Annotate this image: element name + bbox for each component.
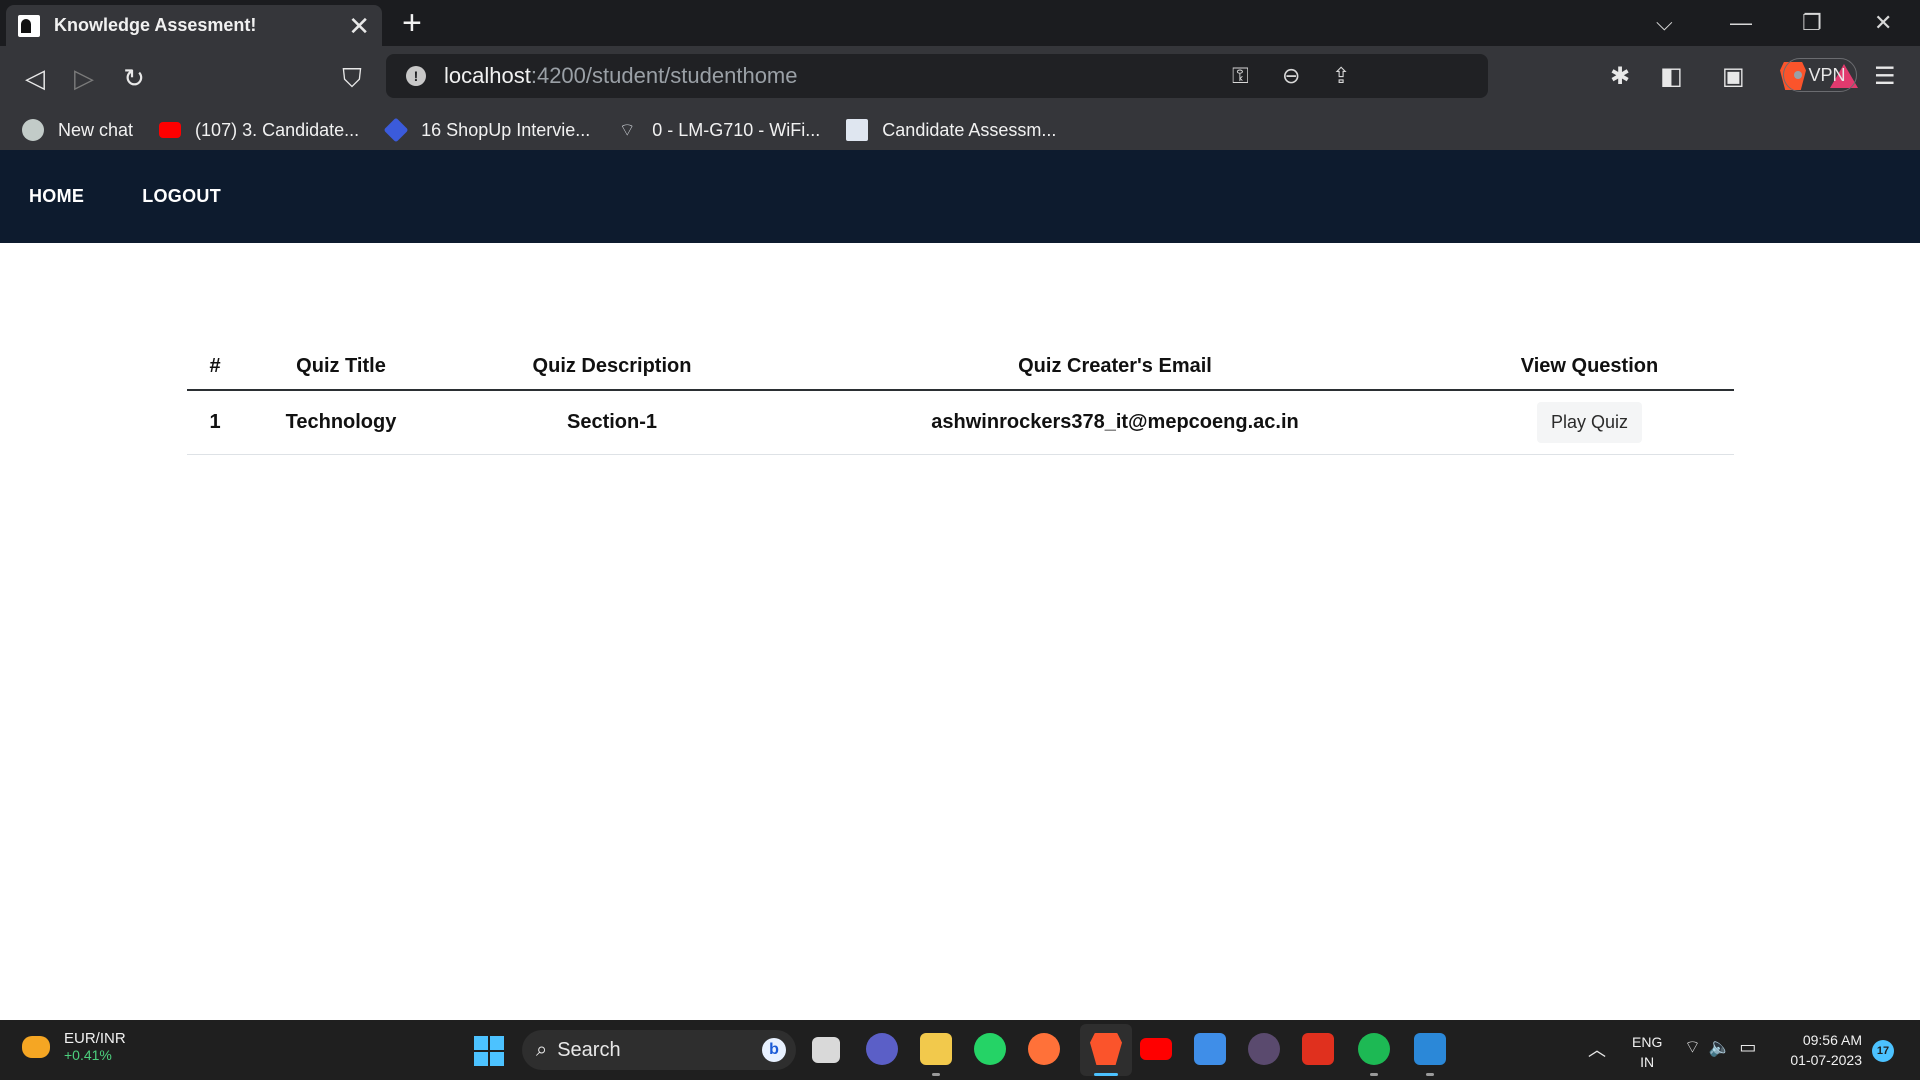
bookmark-youtube-candidate[interactable]: (107) 3. Candidate... xyxy=(159,120,359,141)
chatgpt-icon xyxy=(22,119,44,141)
wifi-icon: ⌔ xyxy=(618,120,636,140)
wps-office-icon[interactable] xyxy=(1302,1033,1334,1065)
site-favicon-icon xyxy=(18,14,40,37)
youtube-icon xyxy=(159,122,182,138)
app-navbar: HOME LOGOUT xyxy=(0,150,1920,243)
currency-pair: EUR/INR xyxy=(64,1030,126,1047)
wifi-status-icon: ⌔ xyxy=(1684,1037,1709,1057)
tray-chevron-up-icon[interactable]: ︿ xyxy=(1588,1036,1606,1062)
bookmark-candidate-assessment[interactable]: Candidate Assessm... xyxy=(846,119,1056,141)
clock-time: 09:56 AM xyxy=(1802,1032,1862,1048)
vpn-status-dot-icon xyxy=(1794,71,1803,79)
teams-chat-icon[interactable] xyxy=(866,1033,898,1065)
cell-creator-email: ashwinrockers378_it@mepcoeng.ac.in xyxy=(785,390,1445,455)
battery-icon: ▭ xyxy=(1739,1037,1765,1057)
close-window-icon[interactable]: ✕ xyxy=(1874,10,1892,36)
vscode-icon[interactable] xyxy=(1414,1033,1446,1065)
clock-date: 01-07-2023 xyxy=(1790,1052,1862,1068)
table-header-row: # Quiz Title Quiz Description Quiz Creat… xyxy=(187,344,1734,391)
taskbar-search[interactable]: ⌕ Search b xyxy=(522,1030,796,1070)
language-indicator[interactable]: ENG IN xyxy=(1632,1032,1662,1072)
media-player-icon[interactable] xyxy=(1248,1033,1280,1065)
search-label: Search xyxy=(557,1038,621,1061)
spotify-icon[interactable] xyxy=(1358,1033,1390,1065)
back-arrow-icon[interactable]: ◁ xyxy=(17,60,53,96)
vpn-label: VPN xyxy=(1808,64,1846,85)
task-view-icon[interactable] xyxy=(812,1037,840,1063)
cell-view-question: Play Quiz xyxy=(1445,390,1734,455)
search-icon: ⌕ xyxy=(536,1038,548,1061)
tray-network-volume-battery[interactable]: ⌔🔈▭ xyxy=(1684,1036,1764,1059)
whatsapp-icon[interactable] xyxy=(974,1033,1006,1065)
document-icon xyxy=(846,119,869,141)
header-view-question: View Question xyxy=(1445,344,1734,391)
menu-icon[interactable]: ☰ xyxy=(1874,60,1896,94)
forward-arrow-icon[interactable]: ▷ xyxy=(66,60,102,96)
zoom-out-icon[interactable]: ⊖ xyxy=(1282,64,1300,88)
mail-icon[interactable] xyxy=(1194,1033,1226,1065)
region-code: IN xyxy=(1640,1054,1655,1070)
windows-start-icon[interactable] xyxy=(474,1036,504,1066)
header-creator-email: Quiz Creater's Email xyxy=(785,344,1445,391)
bookmark-label: 0 - LM-G710 - WiFi... xyxy=(652,119,821,140)
bookmark-label: New chat xyxy=(58,119,134,140)
reload-icon[interactable]: ↻ xyxy=(116,60,152,96)
wallet-icon[interactable]: ▣ xyxy=(1722,60,1745,94)
windows-taskbar: EUR/INR +0.41% ⌕ Search b ︿ ENG IN ⌔🔈▭ 0… xyxy=(0,1020,1920,1080)
share-icon[interactable]: ⇪ xyxy=(1332,64,1350,88)
minimize-icon[interactable]: — xyxy=(1730,10,1752,36)
key-icon[interactable]: ⚿ xyxy=(1232,64,1249,88)
bookmarks-bar: New chat (107) 3. Candidate... 16 ShopUp… xyxy=(0,110,1920,150)
bookmark-label: Candidate Assessm... xyxy=(882,119,1057,140)
system-clock[interactable]: 09:56 AM 01-07-2023 xyxy=(1780,1030,1862,1070)
header-quiz-title: Quiz Title xyxy=(243,344,439,391)
header-number: # xyxy=(187,344,243,391)
vscode-running-indicator xyxy=(1426,1073,1434,1076)
browser-tab-active[interactable]: Knowledge Assesment! ✕ xyxy=(6,5,382,46)
cell-quiz-description: Section-1 xyxy=(439,390,785,455)
new-tab-button[interactable]: + xyxy=(402,6,422,40)
youtube-taskbar-icon[interactable] xyxy=(1140,1038,1172,1060)
tab-close-icon[interactable]: ✕ xyxy=(348,13,370,39)
sidebar-icon[interactable]: ◧ xyxy=(1660,60,1683,94)
language-code: ENG xyxy=(1632,1034,1663,1050)
table-row: 1 Technology Section-1 ashwinrockers378_… xyxy=(187,390,1734,455)
bing-icon[interactable]: b xyxy=(762,1038,786,1062)
play-quiz-button[interactable]: Play Quiz xyxy=(1536,401,1643,443)
restore-icon[interactable]: ❐ xyxy=(1802,10,1822,36)
vpn-button[interactable]: VPN xyxy=(1783,58,1857,92)
volume-icon: 🔈 xyxy=(1708,1037,1740,1057)
spotify-running-indicator xyxy=(1370,1073,1378,1076)
currency-widget-icon xyxy=(22,1035,50,1058)
url-path: :4200/student/studenthome xyxy=(530,63,798,88)
cell-quiz-title: Technology xyxy=(243,390,439,455)
browser-toolbar: ◁ ▷ ↻ ⛉ ! localhost:4200/student/student… xyxy=(0,46,1920,150)
file-explorer-icon[interactable] xyxy=(920,1033,952,1065)
brave-active-indicator xyxy=(1094,1073,1118,1076)
explorer-running-indicator xyxy=(932,1073,940,1076)
bookmark-icon[interactable]: ⛉ xyxy=(334,60,370,96)
bookmark-shopup-interview[interactable]: 16 ShopUp Intervie... xyxy=(383,117,591,143)
currency-change: +0.41% xyxy=(64,1047,112,1063)
header-quiz-description: Quiz Description xyxy=(439,344,785,391)
shopup-icon xyxy=(383,117,409,143)
firefox-icon[interactable] xyxy=(1028,1033,1060,1065)
cell-number: 1 xyxy=(187,390,243,455)
site-info-icon[interactable]: ! xyxy=(406,66,426,86)
widgets-button[interactable]: EUR/INR +0.41% xyxy=(22,1030,126,1063)
nav-logout-link[interactable]: LOGOUT xyxy=(142,186,221,207)
bookmark-label: (107) 3. Candidate... xyxy=(195,119,360,140)
bookmark-label: 16 ShopUp Intervie... xyxy=(421,119,591,140)
tab-search-chevron-icon[interactable]: ⌵ xyxy=(1656,10,1673,36)
url-host: localhost xyxy=(444,63,531,88)
bookmark-wifi[interactable]: ⌔ 0 - LM-G710 - WiFi... xyxy=(616,119,821,141)
browser-tab-bar: Knowledge Assesment! ✕ + ⌵ — ❐ ✕ xyxy=(0,0,1920,46)
tab-title: Knowledge Assesment! xyxy=(54,15,257,35)
bookmark-new-chat[interactable]: New chat xyxy=(22,119,133,141)
notification-badge[interactable]: 17 xyxy=(1872,1040,1894,1062)
nav-home-link[interactable]: HOME xyxy=(29,186,84,207)
address-bar[interactable]: ! localhost:4200/student/studenthome ⚿ ⊖… xyxy=(386,54,1858,98)
quiz-table: # Quiz Title Quiz Description Quiz Creat… xyxy=(187,344,1734,455)
extensions-icon[interactable]: ✱ xyxy=(1610,60,1630,94)
